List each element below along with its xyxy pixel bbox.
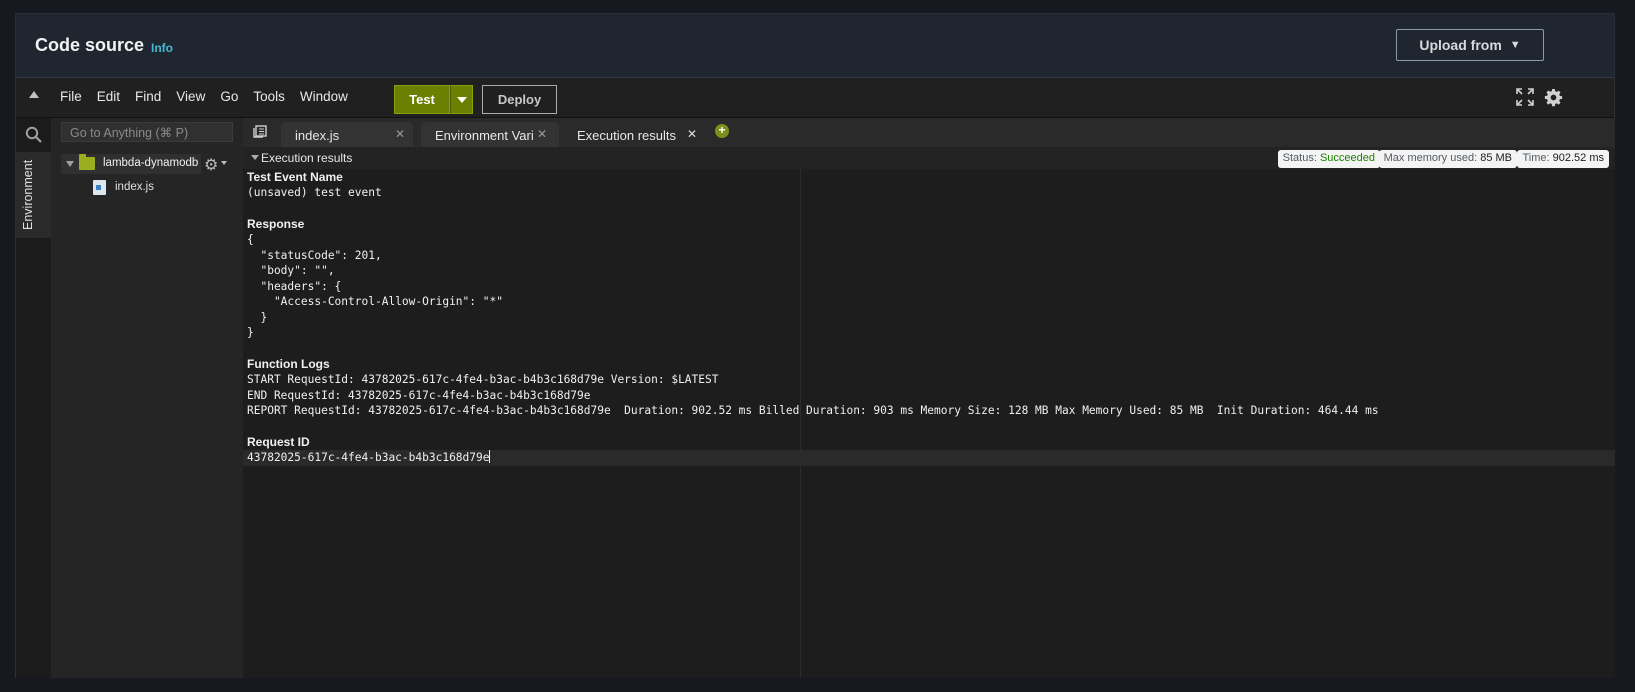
test-event-value: (unsaved) test event [247, 186, 382, 199]
status-value: Succeeded [1319, 152, 1375, 164]
menu-go[interactable]: Go [220, 89, 238, 104]
tab-label: Execution results [577, 128, 676, 143]
caret-down-icon: ▼ [1509, 39, 1521, 51]
function-logs-heading: Function Logs [247, 357, 330, 371]
menu-tools[interactable]: Tools [253, 89, 285, 104]
search-icon[interactable] [25, 126, 42, 143]
close-icon[interactable]: ✕ [687, 127, 697, 141]
environment-sidebar-rail: Environment [16, 118, 51, 678]
log-line: END RequestId: 43782025-617c-4fe4-b3ac-b… [247, 388, 591, 402]
info-link[interactable]: Info [151, 41, 173, 55]
ide-menubar: File Edit Find View Go Tools Window Test… [16, 78, 1614, 118]
collapse-triangle-icon[interactable] [251, 155, 259, 160]
upload-from-label: Upload from [1419, 37, 1502, 53]
log-line: START RequestId: 43782025-617c-4fe4-b3ac… [247, 373, 719, 386]
response-line: } [247, 310, 268, 324]
tree-settings-gear-icon[interactable]: ⚙ [204, 155, 218, 175]
file-tree: Go to Anything (⌘ P) lambda-dynamodb ⚙ i… [51, 118, 243, 678]
add-tab-icon[interactable]: + [715, 124, 729, 138]
close-icon[interactable]: ✕ [395, 127, 405, 141]
response-heading: Response [247, 217, 305, 231]
time-label: Time: [1522, 152, 1550, 164]
time-badge: Time: 902.52 ms [1517, 150, 1609, 168]
response-line: "headers": { [247, 279, 342, 293]
response-line: "Access-Control-Allow-Origin": "*" [247, 295, 503, 308]
response-line: } [247, 326, 254, 339]
caret-down-icon[interactable] [221, 161, 227, 165]
text-cursor [489, 450, 491, 463]
tab-environment-variables[interactable]: Environment Vari ✕ [421, 122, 559, 147]
results-header: Execution results Status: Succeeded Max … [243, 147, 1615, 169]
close-icon[interactable]: ✕ [537, 127, 547, 141]
environment-tab-label: Environment [21, 159, 35, 230]
test-button[interactable]: Test [394, 85, 450, 114]
status-label: Status: [1282, 152, 1317, 164]
memory-label: Max memory used: [1383, 152, 1478, 164]
time-value: 902.52 ms [1552, 152, 1604, 164]
tree-folder-lambda-dynamodb[interactable]: lambda-dynamodb [61, 154, 201, 174]
response-line: "body": "", [247, 264, 335, 277]
expand-triangle-icon[interactable] [66, 161, 74, 167]
menu-edit[interactable]: Edit [97, 89, 120, 104]
results-title: Execution results [261, 151, 353, 165]
editor-tab-bar: index.js ✕ Environment Vari ✕ Execution … [243, 118, 1615, 147]
menu-find[interactable]: Find [135, 89, 161, 104]
execution-results-panel: Execution results Status: Succeeded Max … [243, 147, 1615, 678]
log-line: REPORT RequestId: 43782025-617c-4fe4-b3a… [247, 404, 1379, 417]
menu: File Edit Find View Go Tools Window [60, 89, 363, 104]
caret-down-icon [456, 96, 467, 103]
tab-label: index.js [295, 128, 340, 143]
test-dropdown-button[interactable] [450, 85, 473, 114]
js-file-icon [93, 180, 106, 195]
status-badge: Status: Succeeded [1277, 150, 1380, 168]
response-line: { [247, 233, 254, 246]
environment-tab[interactable]: Environment [16, 152, 51, 238]
deploy-button[interactable]: Deploy [482, 85, 557, 114]
collapse-icon[interactable] [29, 91, 39, 98]
request-id-heading: Request ID [247, 435, 310, 449]
fullscreen-icon[interactable] [1516, 88, 1534, 106]
tab-label: Environment Vari [435, 128, 534, 143]
upload-from-button[interactable]: Upload from ▼ [1396, 29, 1544, 61]
tab-execution-results[interactable]: Execution results ✕ [563, 122, 705, 147]
settings-gear-icon[interactable] [1544, 88, 1563, 107]
menu-file[interactable]: File [60, 89, 82, 104]
tab-index-js[interactable]: index.js ✕ [281, 122, 413, 147]
response-line: "statusCode": 201, [247, 248, 382, 262]
request-id-value: 43782025-617c-4fe4-b3ac-b4b3c168d79e [247, 451, 490, 464]
menu-view[interactable]: View [176, 89, 205, 104]
tab-list-icon[interactable] [253, 125, 267, 138]
page-title: Code source [35, 35, 145, 55]
memory-value: 85 MB [1480, 152, 1512, 164]
folder-name: lambda-dynamodb [103, 157, 199, 169]
memory-badge: Max memory used: 85 MB [1378, 150, 1517, 168]
folder-icon [79, 154, 95, 170]
file-name: index.js [115, 181, 154, 193]
request-id-line[interactable]: 43782025-617c-4fe4-b3ac-b4b3c168d79e [243, 450, 1615, 466]
go-to-anything-input[interactable]: Go to Anything (⌘ P) [61, 122, 233, 142]
code-source-panel: Code source Info Upload from ▼ File Edit… [15, 13, 1615, 678]
test-event-heading: Test Event Name [247, 170, 343, 184]
menu-window[interactable]: Window [300, 89, 348, 104]
panel-header: Code source Info Upload from ▼ [16, 14, 1614, 78]
results-content[interactable]: Test Event Name (unsaved) test event Res… [243, 169, 1615, 466]
